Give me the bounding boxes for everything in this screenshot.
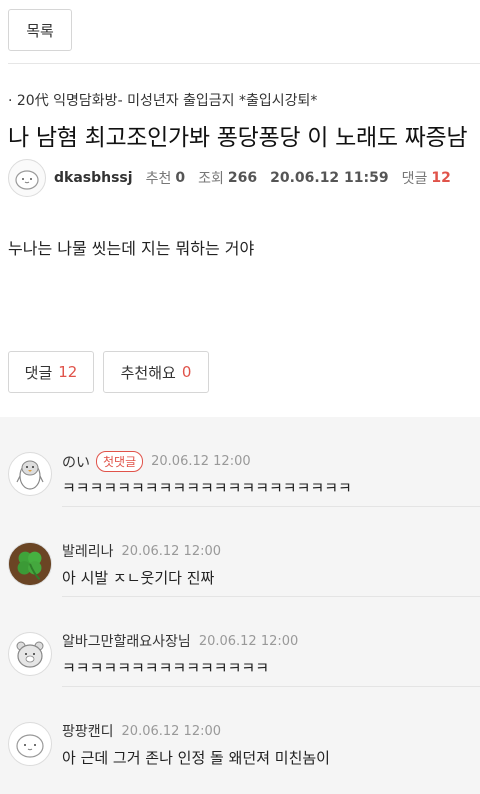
views-label: 조회 <box>198 171 224 187</box>
clover-avatar-icon[interactable] <box>8 542 52 586</box>
comment-text: 아 시발 ㅈㄴ웃기다 진짜 <box>62 569 215 587</box>
recommend-button[interactable]: 추천해요 0 <box>103 351 209 393</box>
comment-header: 알바그만할래요사장님 20.06.12 12:00 <box>62 631 298 651</box>
author-avatar-icon[interactable] <box>8 159 46 197</box>
recommend-count: 0 <box>175 170 186 186</box>
comments-section: のい 첫댓글 20.06.12 12:00 ㅋㅋㅋㅋㅋㅋㅋㅋㅋㅋㅋㅋㅋㅋㅋㅋㅋㅋ… <box>0 417 480 794</box>
comment-text: ㅋㅋㅋㅋㅋㅋㅋㅋㅋㅋㅋㅋㅋㅋㅋㅋㅋㅋㅋㅋㅋ <box>62 479 352 497</box>
comment-text: 아 근데 그거 존나 인정 돌 왜던져 미친놈이 <box>62 749 330 767</box>
comment-nick[interactable]: のい <box>62 452 90 472</box>
comment-header: 팡팡캔디 20.06.12 12:00 <box>62 721 221 741</box>
penguin-avatar-icon[interactable] <box>8 452 52 496</box>
recommend-button-count: 0 <box>181 363 192 381</box>
bear-avatar-icon[interactable] <box>8 632 52 676</box>
comment-time: 20.06.12 12:00 <box>121 543 222 559</box>
views-count: 266 <box>227 170 258 186</box>
author-name[interactable]: dkasbhssj <box>54 170 133 186</box>
post-date: 20.06.12 11:59 <box>270 170 389 186</box>
comment-header: のい 첫댓글 20.06.12 12:00 <box>62 451 251 472</box>
comment-item: 발레리나 20.06.12 12:00 아 시발 ㅈㄴ웃기다 진짜 <box>0 507 480 597</box>
comment-time: 20.06.12 12:00 <box>198 633 299 649</box>
comment-time: 20.06.12 12:00 <box>121 723 222 739</box>
comments-button[interactable]: 댓글 12 <box>8 351 94 393</box>
recommend-label: 추천 <box>145 171 172 187</box>
blob-avatar-icon[interactable] <box>8 722 52 766</box>
comments-label: 댓글 <box>401 171 428 187</box>
comment-item: 알바그만할래요사장님 20.06.12 12:00 ㅋㅋㅋㅋㅋㅋㅋㅋㅋㅋㅋㅋㅋㅋ… <box>0 597 480 687</box>
comments-button-label: 댓글 <box>24 363 53 382</box>
recommend-button-label: 추천해요 <box>120 363 176 382</box>
comment-text: ㅋㅋㅋㅋㅋㅋㅋㅋㅋㅋㅋㅋㅋㅋㅋ <box>62 659 270 677</box>
post-meta: dkasbhssj 추천 0 조회 266 20.06.12 11:59 댓글 … <box>8 158 451 198</box>
comment-nick[interactable]: 알바그만할래요사장님 <box>62 631 191 651</box>
list-button-label: 목록 <box>26 21 54 40</box>
post-body: 누나는 나물 씻는데 지는 뭐하는 거야 <box>8 239 255 258</box>
comment-header: 발레리나 20.06.12 12:00 <box>62 541 221 561</box>
comment-item: のい 첫댓글 20.06.12 12:00 ㅋㅋㅋㅋㅋㅋㅋㅋㅋㅋㅋㅋㅋㅋㅋㅋㅋㅋ… <box>0 417 480 507</box>
list-button[interactable]: 목록 <box>8 9 72 51</box>
comments-button-count: 12 <box>58 363 78 381</box>
comments-count: 12 <box>431 170 451 186</box>
comment-nick[interactable]: 팡팡캔디 <box>62 721 114 741</box>
divider <box>8 63 480 64</box>
comment-nick[interactable]: 발레리나 <box>62 541 114 561</box>
comment-time: 20.06.12 12:00 <box>151 454 251 469</box>
first-comment-badge: 첫댓글 <box>96 451 144 472</box>
board-name[interactable]: · 20代 익명담화방- 미성년자 출입금지 *출입시강퇴* <box>8 90 317 110</box>
post-title: 나 남혐 최고조인가봐 퐁당퐁당 이 노래도 짜증남 <box>8 125 468 151</box>
comment-item: 팡팡캔디 20.06.12 12:00 아 근데 그거 존나 인정 돌 왜던져 … <box>0 687 480 777</box>
